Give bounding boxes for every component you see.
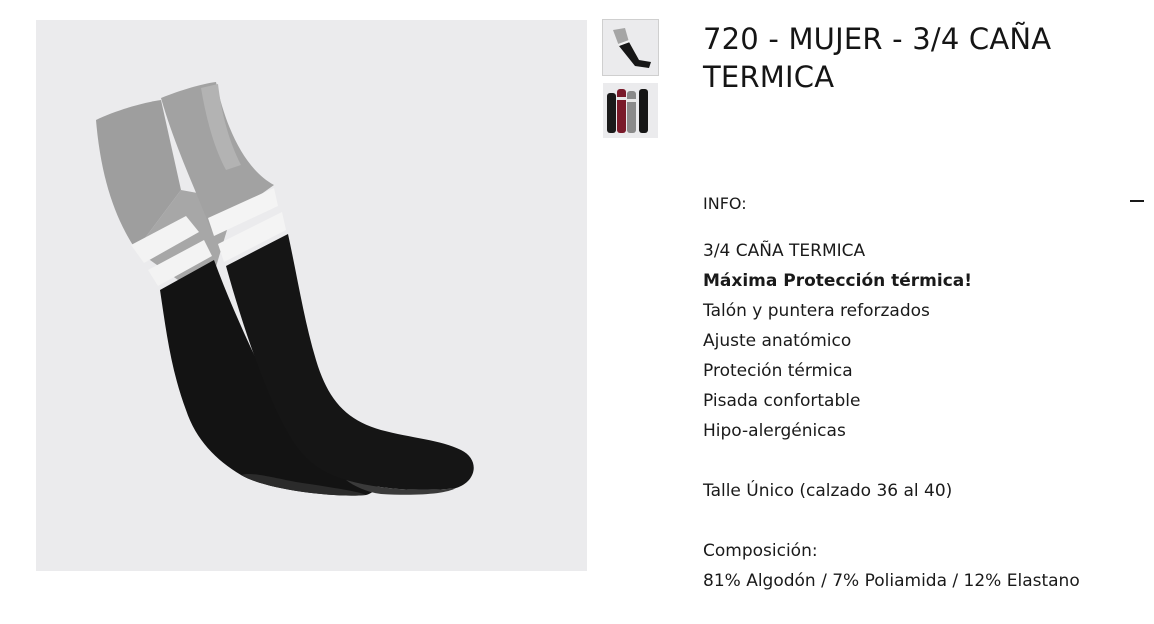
info-label: INFO:: [703, 194, 747, 213]
info-line-highlight: Máxima Protección térmica!: [703, 271, 973, 291]
socks-pair-thumbnail-image: [613, 28, 651, 68]
size-info: Talle Único (calzado 36 al 40): [703, 481, 953, 501]
socks-colors-thumbnail-image: [607, 89, 648, 133]
socks-colors-thumbnail[interactable]: [603, 83, 658, 138]
info-line: 3/4 CAÑA TERMICA: [703, 241, 866, 261]
socks-illustration: [96, 82, 474, 496]
info-accordion-header[interactable]: INFO:: [703, 192, 1144, 216]
composition-value: 81% Algodón / 7% Poliamida / 12% Elastan…: [703, 571, 1080, 591]
info-line: Talón y puntera reforzados: [703, 301, 930, 321]
composition-label: Composición:: [703, 541, 818, 561]
info-line: Ajuste anatómico: [703, 331, 852, 351]
minus-icon[interactable]: [1130, 199, 1144, 209]
info-line: Pisada confortable: [703, 391, 861, 411]
product-details: 720 - MUJER - 3/4 CAÑA TERMICA: [703, 20, 1143, 96]
info-line: Proteción térmica: [703, 361, 853, 381]
product-title-line2: TERMICA: [703, 60, 835, 94]
socks-pair-thumbnail[interactable]: [602, 19, 659, 76]
info-line: Hipo-alergénicas: [703, 421, 846, 441]
product-title-line1: 720 - MUJER - 3/4 CAÑA: [703, 22, 1052, 56]
product-title: 720 - MUJER - 3/4 CAÑA TERMICA: [703, 20, 1143, 96]
main-product-image[interactable]: [36, 20, 587, 571]
info-content: 3/4 CAÑA TERMICA Máxima Protección térmi…: [703, 236, 1144, 596]
